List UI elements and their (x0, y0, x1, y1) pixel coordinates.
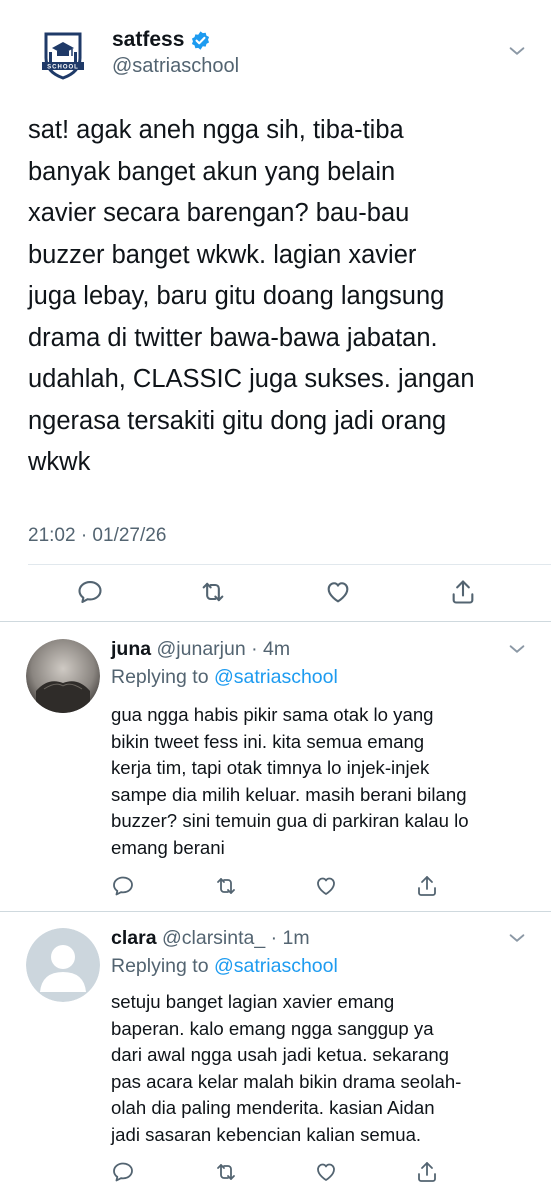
reply-text: gua ngga habis pikir sama otak lo yang b… (111, 704, 469, 858)
like-icon[interactable] (314, 1160, 338, 1184)
avatar[interactable] (26, 928, 100, 1002)
like-icon[interactable] (314, 874, 338, 898)
divider (0, 911, 551, 912)
reply-icon[interactable] (76, 578, 104, 606)
reply-header: juna @junarjun · 4m (111, 638, 290, 661)
retweet-icon[interactable] (214, 1160, 238, 1184)
replying-prefix: Replying to (111, 666, 209, 688)
tweet-text: sat! agak aneh ngga sih, tiba-tiba banya… (28, 116, 475, 476)
replying-to: Replying to @satriaschool (111, 955, 338, 978)
divider (28, 564, 551, 565)
logo-text: SCHOOL (47, 65, 79, 71)
chevron-down-icon[interactable] (506, 638, 528, 660)
name-row: satfess (112, 28, 211, 52)
handle-time[interactable]: @junarjun · 4m (157, 638, 291, 660)
like-icon[interactable] (324, 578, 352, 606)
retweet-icon[interactable] (214, 874, 238, 898)
reply-header: clara @clarsinta_ · 1m (111, 927, 310, 950)
mention-link[interactable]: @satriaschool (214, 666, 338, 688)
share-icon[interactable] (415, 874, 439, 898)
reply-text: setuju banget lagian xavier emang bapera… (111, 991, 462, 1145)
share-icon[interactable] (449, 578, 477, 606)
retweet-icon[interactable] (199, 578, 227, 606)
chevron-down-icon[interactable] (506, 927, 528, 949)
divider (0, 621, 551, 622)
replying-to: Replying to @satriaschool (111, 666, 338, 689)
chevron-down-icon[interactable] (506, 40, 528, 62)
reply-icon[interactable] (111, 874, 135, 898)
display-name[interactable]: juna (111, 638, 151, 660)
share-icon[interactable] (415, 1160, 439, 1184)
reply-icon[interactable] (111, 1160, 135, 1184)
main-tweet: SCHOOL satfess @satriaschool sat! agak a… (0, 0, 551, 621)
avatar[interactable]: SCHOOL (28, 18, 98, 88)
verified-badge-icon (192, 30, 210, 50)
handle-time[interactable]: @clarsinta_ · 1m (162, 927, 310, 949)
display-name[interactable]: clara (111, 927, 157, 949)
avatar[interactable] (26, 639, 100, 713)
replying-prefix: Replying to (111, 955, 209, 977)
timestamp[interactable]: 21:02 · 01/27/26 (28, 525, 166, 547)
mention-link[interactable]: @satriaschool (214, 955, 338, 977)
display-name[interactable]: satfess (112, 28, 184, 52)
handle[interactable]: @satriaschool (112, 55, 239, 78)
